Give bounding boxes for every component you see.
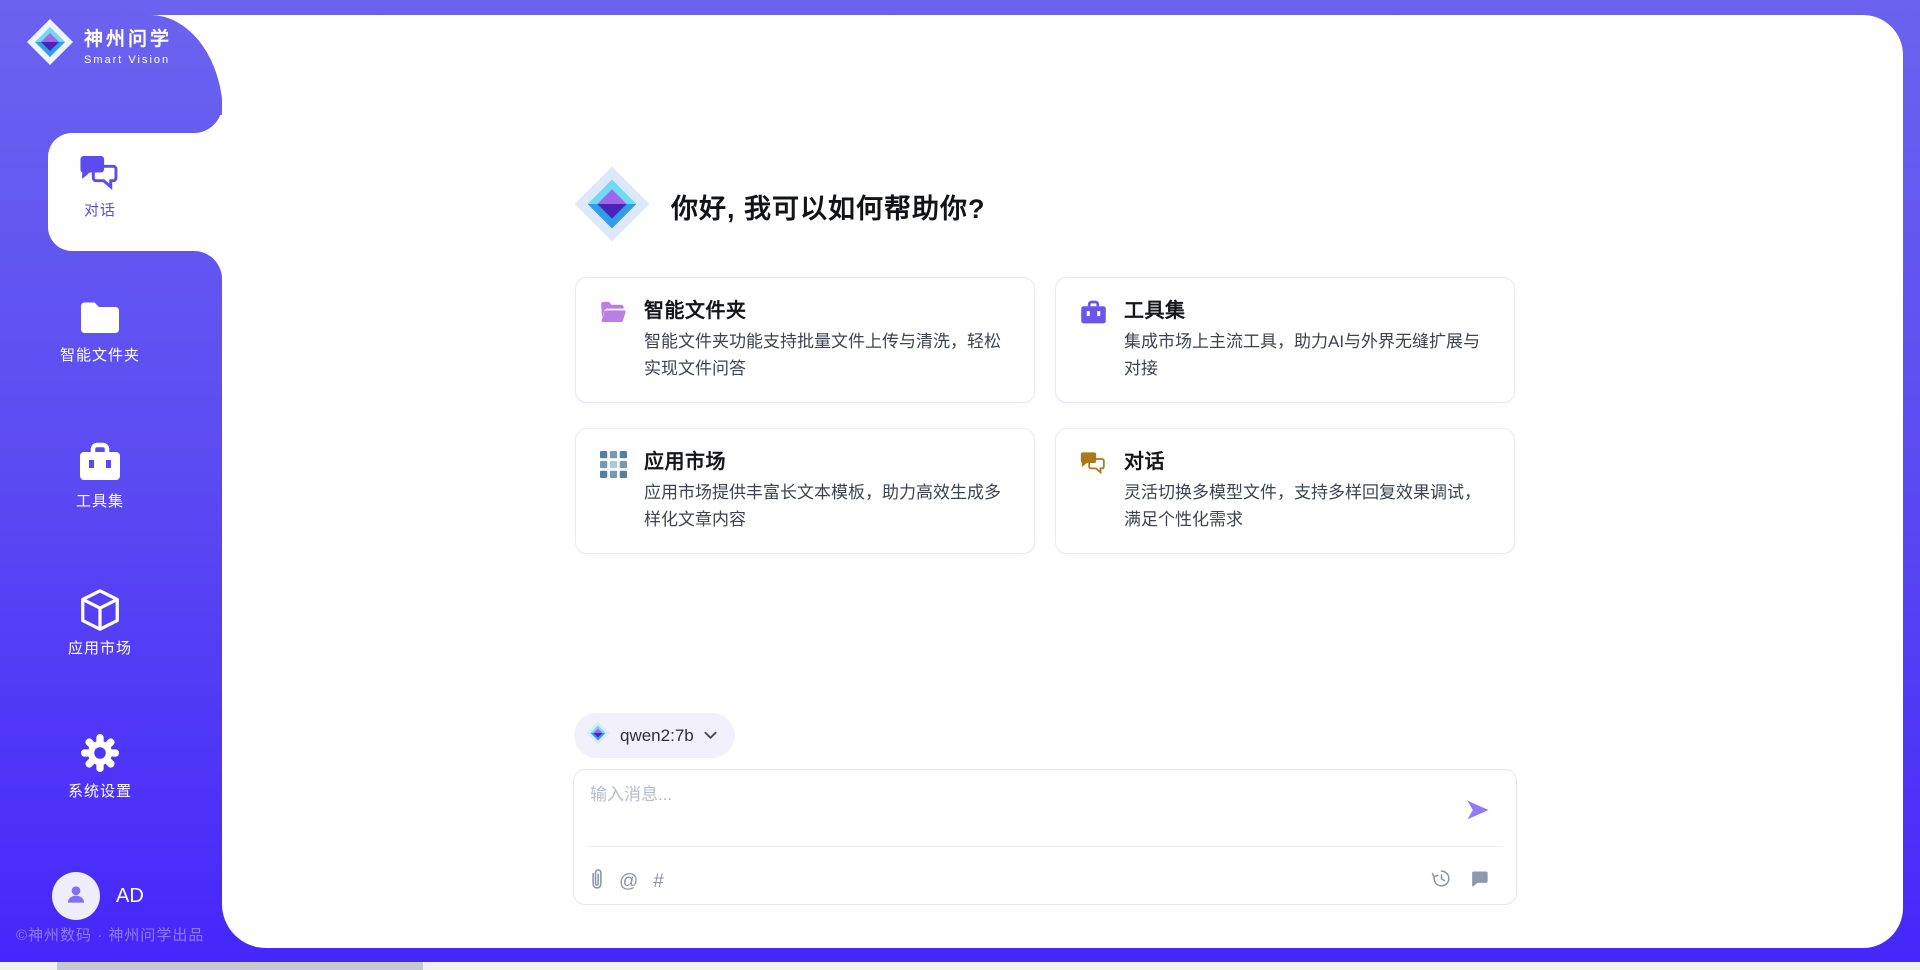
card-title: 应用市场: [644, 445, 726, 474]
main-panel: 你好, 我可以如何帮助你? 智能文件夹 智能文件夹功能支持批量文件上传与清洗，轻…: [222, 15, 1903, 948]
card-app-market[interactable]: 应用市场 应用市场提供丰富长文本模板，助力高效生成多样化文章内容: [575, 428, 1035, 554]
model-selector[interactable]: qwen2:7b: [574, 713, 735, 758]
sidebar-item-label: 工具集: [0, 490, 200, 511]
chevron-down-icon: [704, 727, 717, 745]
chat-icon: [1080, 451, 1107, 478]
card-title: 工具集: [1124, 294, 1186, 323]
card-title: 对话: [1124, 445, 1165, 474]
sidebar-item-label: 对话: [0, 199, 200, 220]
sidebar-item-smart-folder[interactable]: 智能文件夹: [0, 295, 200, 365]
grid-icon: [600, 451, 627, 478]
composer-divider: [587, 846, 1503, 847]
brand-name: 神州问学: [84, 24, 172, 51]
at-icon[interactable]: @: [619, 871, 638, 893]
sidebar-footer-credit: ©神州数码 · 神州问学出品: [16, 924, 204, 945]
composer-tools-right: [1431, 868, 1490, 894]
hash-icon[interactable]: #: [653, 871, 664, 893]
folder-open-icon: [600, 300, 627, 327]
folder-icon: [0, 295, 200, 339]
greeting-title: 你好, 我可以如何帮助你?: [671, 187, 986, 226]
card-description: 灵活切换多模型文件，支持多样回复效果调试，满足个性化需求: [1124, 479, 1490, 533]
brand-subtitle: Smart Vision: [84, 54, 172, 66]
sidebar-item-label: 系统设置: [0, 780, 200, 801]
person-icon: [63, 881, 89, 912]
sidebar-item-label: 应用市场: [0, 637, 200, 658]
card-smart-folder[interactable]: 智能文件夹 智能文件夹功能支持批量文件上传与清洗，轻松实现文件问答: [575, 277, 1035, 403]
avatar: [52, 872, 100, 920]
send-icon[interactable]: [1464, 796, 1492, 824]
diamond-logo-icon: [586, 721, 610, 750]
toolbox-icon: [0, 441, 200, 485]
history-icon[interactable]: [1431, 868, 1452, 894]
card-toolset[interactable]: 工具集 集成市场上主流工具，助力AI与外界无缝扩展与对接: [1055, 277, 1515, 403]
card-description: 集成市场上主流工具，助力AI与外界无缝扩展与对接: [1124, 328, 1490, 382]
paperclip-icon[interactable]: [590, 868, 604, 895]
toolbox-icon: [1080, 300, 1107, 327]
gear-icon: [0, 731, 200, 775]
sidebar-item-label: 智能文件夹: [0, 344, 200, 365]
composer-tools-left: @ #: [590, 868, 664, 895]
message-input[interactable]: [588, 778, 1408, 812]
card-description: 应用市场提供丰富长文本模板，助力高效生成多样化文章内容: [644, 479, 1010, 533]
diamond-logo-icon: [26, 18, 74, 71]
feature-cards: 智能文件夹 智能文件夹功能支持批量文件上传与清洗，轻松实现文件问答 工具集 集成…: [575, 277, 1515, 554]
sidebar-item-toolset[interactable]: 工具集: [0, 441, 200, 511]
model-name: qwen2:7b: [620, 726, 694, 746]
brand: 神州问学 Smart Vision: [26, 18, 172, 71]
message-composer: @ #: [573, 769, 1517, 905]
horizontal-scrollbar[interactable]: [0, 962, 1920, 970]
cube-icon: [0, 588, 200, 632]
card-description: 智能文件夹功能支持批量文件上传与清洗，轻松实现文件问答: [644, 328, 1010, 382]
sidebar-item-settings[interactable]: 系统设置: [0, 731, 200, 801]
sidebar-item-app-market[interactable]: 应用市场: [0, 588, 200, 658]
scrollbar-thumb[interactable]: [57, 962, 423, 970]
card-title: 智能文件夹: [644, 294, 747, 323]
comment-icon[interactable]: [1469, 868, 1490, 894]
user-profile[interactable]: AD: [52, 872, 144, 920]
tab-curve-bottom: [194, 251, 222, 279]
hero: 你好, 我可以如何帮助你?: [573, 165, 986, 248]
chat-icon: [0, 150, 200, 194]
card-chat[interactable]: 对话 灵活切换多模型文件，支持多样回复效果调试，满足个性化需求: [1055, 428, 1515, 554]
sidebar-item-chat[interactable]: 对话: [0, 150, 200, 220]
user-name: AD: [116, 885, 144, 908]
diamond-logo-icon: [573, 165, 651, 248]
